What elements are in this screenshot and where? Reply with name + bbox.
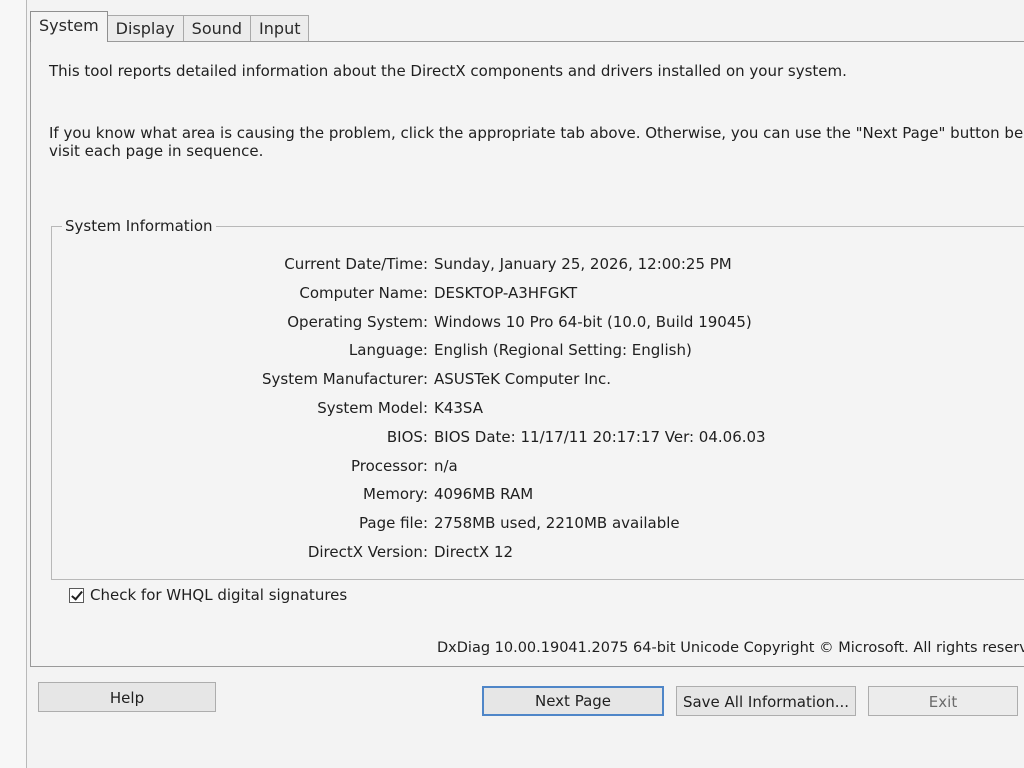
help-button[interactable]: Help xyxy=(38,682,216,712)
tab-system[interactable]: System xyxy=(30,11,108,42)
info-label: Page file: xyxy=(359,514,428,533)
help-text-line-2: visit each page in sequence. xyxy=(49,142,264,160)
info-value: DESKTOP-A3HFGKT xyxy=(434,283,578,302)
info-label: System Manufacturer: xyxy=(262,370,428,389)
info-value: n/a xyxy=(434,456,458,475)
info-row-memory: Memory: 4096MB RAM xyxy=(52,481,1024,510)
info-row-system-manufacturer: System Manufacturer: ASUSTeK Computer In… xyxy=(52,366,1024,395)
version-copyright-text: DxDiag 10.00.19041.2075 64-bit Unicode C… xyxy=(437,640,1024,656)
info-label: Processor: xyxy=(350,456,428,475)
info-row-directx-version: DirectX Version: DirectX 12 xyxy=(52,539,1024,568)
info-label: System Model: xyxy=(317,398,428,417)
tab-bar: System Display Sound Input xyxy=(30,10,310,42)
help-text: If you know what area is causing the pro… xyxy=(49,124,1024,160)
tab-input[interactable]: Input xyxy=(250,15,310,42)
info-value: 2758MB used, 2210MB available xyxy=(434,514,680,533)
info-row-current-datetime: Current Date/Time: Sunday, January 25, 2… xyxy=(52,251,1024,280)
info-row-processor: Processor: n/a xyxy=(52,453,1024,482)
system-information-legend: System Information xyxy=(62,217,216,235)
whql-checkbox[interactable] xyxy=(69,587,84,603)
tab-display[interactable]: Display xyxy=(106,15,184,42)
whql-checkbox-label[interactable]: Check for WHQL digital signatures xyxy=(90,586,347,604)
system-tab-panel: This tool reports detailed information a… xyxy=(30,41,1024,667)
intro-text: This tool reports detailed information a… xyxy=(49,62,847,80)
info-value: ASUSTeK Computer Inc. xyxy=(434,370,612,389)
info-value: K43SA xyxy=(434,398,483,417)
whql-checkbox-row[interactable]: Check for WHQL digital signatures xyxy=(69,586,347,604)
system-information-group: System Information Current Date/Time: Su… xyxy=(51,217,1024,580)
info-label: Computer Name: xyxy=(299,283,428,302)
info-row-bios: BIOS: BIOS Date: 11/17/11 20:17:17 Ver: … xyxy=(52,424,1024,453)
dxdiag-window: System Display Sound Input This tool rep… xyxy=(0,0,1024,768)
background-window-edge xyxy=(0,0,27,768)
info-value: 4096MB RAM xyxy=(434,485,534,504)
info-value: BIOS Date: 11/17/11 20:17:17 Ver: 04.06.… xyxy=(434,427,766,446)
info-label: Operating System: xyxy=(287,312,428,331)
info-value: Sunday, January 25, 2026, 12:00:25 PM xyxy=(434,255,732,273)
info-row-page-file: Page file: 2758MB used, 2210MB available xyxy=(52,510,1024,539)
next-page-button[interactable]: Next Page xyxy=(482,686,664,716)
info-label: Current Date/Time: xyxy=(284,255,428,273)
info-label: Language: xyxy=(348,341,428,360)
tab-sound[interactable]: Sound xyxy=(182,15,252,42)
info-value: DirectX 12 xyxy=(434,542,514,561)
info-value: Windows 10 Pro 64-bit (10.0, Build 19045… xyxy=(434,312,752,331)
system-information-table: Current Date/Time: Sunday, January 25, 2… xyxy=(52,251,1024,568)
info-row-operating-system: Operating System: Windows 10 Pro 64-bit … xyxy=(52,309,1024,338)
info-label: Memory: xyxy=(363,485,428,504)
info-row-language: Language: English (Regional Setting: Eng… xyxy=(52,337,1024,366)
save-all-information-button[interactable]: Save All Information... xyxy=(676,686,856,716)
exit-button[interactable]: Exit xyxy=(868,686,1018,716)
info-value: English (Regional Setting: English) xyxy=(434,341,692,360)
help-text-line-1: If you know what area is causing the pro… xyxy=(49,124,1024,142)
info-row-system-model: System Model: K43SA xyxy=(52,395,1024,424)
info-row-computer-name: Computer Name: DESKTOP-A3HFGKT xyxy=(52,280,1024,309)
info-label: DirectX Version: xyxy=(307,542,428,561)
info-label: BIOS: xyxy=(386,427,428,446)
